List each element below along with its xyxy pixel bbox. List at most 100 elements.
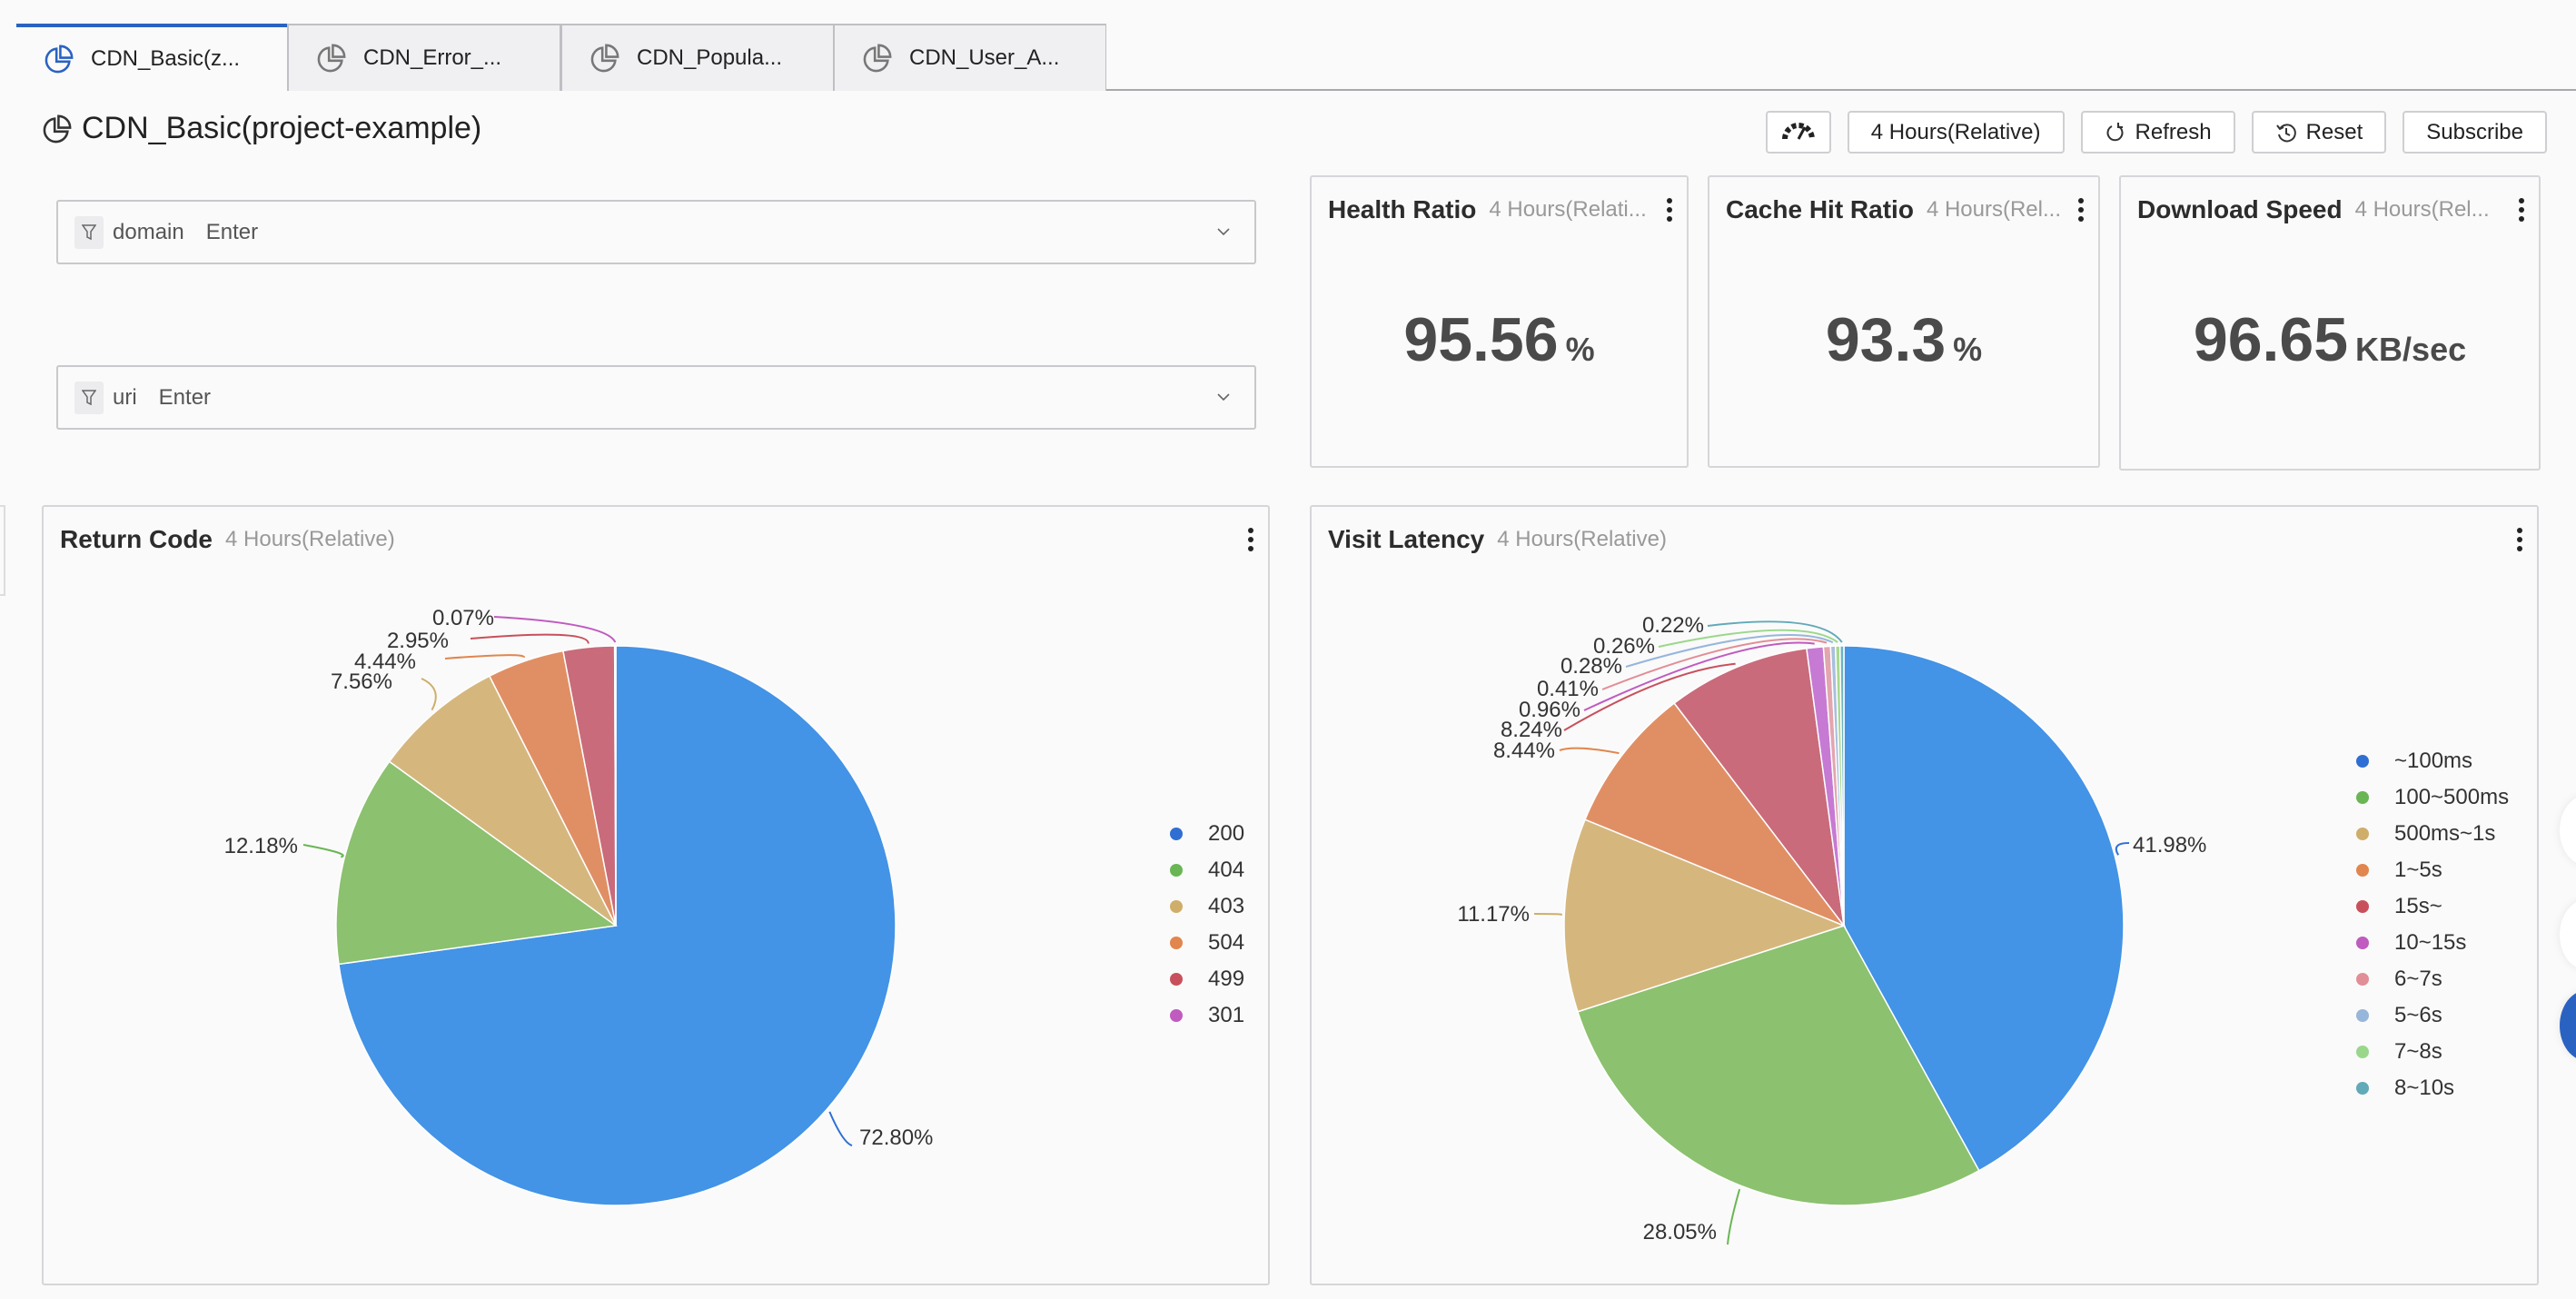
pie-data-label: 0.26% (1593, 634, 1655, 659)
tab-label: CDN_Error_... (363, 45, 502, 70)
floating-action-button[interactable] (2560, 899, 2576, 970)
chevron-down-icon[interactable] (1214, 387, 1233, 405)
legend-item[interactable]: 7~8s (2356, 1034, 2509, 1070)
tab-cdn-popular[interactable]: CDN_Popula... (560, 24, 834, 91)
legend-label: ~100ms (2394, 749, 2473, 773)
stat-unit: % (1565, 331, 1595, 368)
filter-icon (74, 381, 104, 414)
pie-chart-icon (590, 43, 620, 74)
label-leader-line (302, 844, 344, 858)
pie-data-label: 2.95% (387, 629, 449, 653)
legend-item[interactable]: 504 (1170, 925, 1244, 961)
legend-item[interactable]: 5~6s (2356, 997, 2509, 1034)
time-range-button[interactable]: 4 Hours(Relative) (1847, 111, 2065, 154)
filter-name: uri (113, 384, 137, 410)
collapsed-sidebar-edge[interactable] (0, 505, 5, 596)
label-leader-line (421, 678, 437, 711)
legend-item[interactable]: ~100ms (2356, 743, 2509, 779)
pie-data-label: 11.17% (1457, 902, 1530, 927)
legend-marker (2356, 828, 2369, 840)
dashboard-toolbar: 4 Hours(Relative) Refresh Reset Subscrib… (1765, 111, 2547, 154)
chevron-down-icon[interactable] (1214, 222, 1233, 240)
legend-item[interactable]: 15s~ (2356, 888, 2509, 925)
legend-label: 504 (1208, 930, 1245, 955)
history-icon (2275, 122, 2297, 144)
legend-item[interactable]: 500ms~1s (2356, 816, 2509, 852)
legend-item[interactable]: 100~500ms (2356, 779, 2509, 816)
more-options-icon[interactable] (2076, 197, 2086, 223)
legend-item[interactable]: 6~7s (2356, 961, 2509, 997)
stat-unit: KB/sec (2355, 331, 2467, 368)
legend-marker (2356, 755, 2369, 768)
label-leader-line (470, 633, 590, 644)
legend-label: 403 (1208, 894, 1245, 918)
legend-marker (1170, 864, 1183, 877)
auto-refresh-button[interactable] (1765, 111, 1831, 154)
label-leader-line (828, 1111, 853, 1146)
domain-filter[interactable]: domain (56, 200, 1256, 264)
label-leader-line (444, 654, 526, 659)
visit-latency-panel: Visit Latency 4 Hours(Relative) 41.98% 28… (1310, 505, 2539, 1285)
dashboard-tab-bar: CDN_Basic(z... CDN_Error_... CDN_Popula.… (0, 0, 2576, 91)
time-range-label: 4 Hours(Relative) (1870, 119, 2041, 144)
uri-filter[interactable]: uri (56, 365, 1256, 430)
filter-icon (74, 215, 104, 249)
tab-label: CDN_Basic(z... (91, 46, 241, 71)
pie-chart-icon (42, 114, 73, 144)
legend-marker (2356, 1082, 2369, 1095)
more-options-icon[interactable] (2517, 197, 2526, 223)
legend-item[interactable]: 8~10s (2356, 1070, 2509, 1106)
tab-cdn-error[interactable]: CDN_Error_... (287, 24, 560, 91)
legend-label: 5~6s (2394, 1003, 2442, 1027)
legend-label: 500ms~1s (2394, 821, 2496, 846)
domain-input[interactable] (205, 219, 1115, 245)
page-title: CDN_Basic(project-example) (42, 111, 481, 146)
floating-primary-button[interactable] (2560, 990, 2576, 1061)
legend-item[interactable]: 404 (1170, 852, 1244, 888)
pie-data-label: 8.44% (1493, 739, 1555, 763)
legend-marker (2356, 973, 2369, 986)
pie-data-label: 0.96% (1519, 698, 1580, 722)
legend-item[interactable]: 200 (1170, 816, 1244, 852)
legend-item[interactable]: 499 (1170, 961, 1244, 997)
cache-hit-ratio-card: Cache Hit Ratio 4 Hours(Rel... 93.3% (1708, 175, 2100, 468)
pie-data-label: 12.18% (224, 834, 298, 858)
return-code-legend: 200 404 403 504 499 301 (1170, 816, 1244, 1034)
floating-action-button[interactable] (2560, 795, 2576, 866)
legend-label: 6~7s (2394, 967, 2442, 991)
tab-label: CDN_User_A... (909, 45, 1060, 70)
legend-item[interactable]: 10~15s (2356, 925, 2509, 961)
pie-chart-icon (316, 43, 347, 74)
visit-latency-legend: ~100ms 100~500ms 500ms~1s 1~5s 15s~ 10~15s 6~7… (2356, 743, 2509, 1106)
tab-cdn-basic[interactable]: CDN_Basic(z... (16, 24, 290, 91)
stat-value: 93.3 (1825, 305, 1947, 374)
label-leader-line (1727, 1188, 1741, 1245)
download-speed-card: Download Speed 4 Hours(Rel... 96.65 KB/se… (2119, 175, 2541, 471)
label-leader-line (2115, 842, 2130, 856)
subscribe-button[interactable]: Subscribe (2403, 111, 2547, 154)
page-title-text: CDN_Basic(project-example) (82, 111, 482, 145)
reset-button[interactable]: Reset (2251, 111, 2387, 154)
legend-marker (2356, 900, 2369, 913)
reset-label: Reset (2305, 119, 2363, 144)
card-title: Download Speed (2137, 195, 2343, 223)
legend-item[interactable]: 1~5s (2356, 852, 2509, 888)
pie-data-label: 0.41% (1537, 677, 1599, 701)
refresh-icon (2105, 122, 2126, 144)
refresh-label: Refresh (2135, 119, 2212, 144)
speedometer-icon (1780, 116, 1817, 148)
legend-item[interactable]: 301 (1170, 997, 1244, 1034)
card-time-range: 4 Hours(Relati... (1489, 197, 1647, 222)
pie-chart-icon (862, 43, 893, 74)
tab-cdn-user-analysis[interactable]: CDN_User_A... (833, 24, 1106, 91)
refresh-button[interactable]: Refresh (2080, 111, 2235, 154)
label-leader-line (1533, 913, 1563, 917)
legend-marker (2356, 1009, 2369, 1022)
uri-input[interactable] (158, 384, 1067, 411)
legend-marker (1170, 973, 1183, 986)
legend-marker (2356, 864, 2369, 877)
more-options-icon[interactable] (1665, 197, 1674, 223)
legend-item[interactable]: 403 (1170, 888, 1244, 925)
legend-label: 15s~ (2394, 894, 2442, 918)
card-time-range: 4 Hours(Rel... (2354, 197, 2490, 222)
